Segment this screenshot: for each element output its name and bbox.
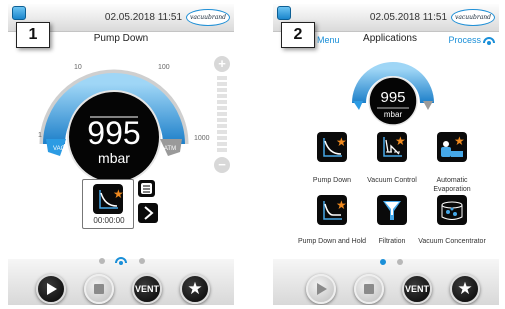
pump-down-icon: ★ bbox=[93, 184, 124, 214]
svg-text:★: ★ bbox=[395, 134, 406, 148]
star-icon: ★ bbox=[457, 279, 473, 298]
favorites-button[interactable]: ★ bbox=[180, 274, 210, 304]
app-label: Vacuum Concentrator bbox=[418, 238, 486, 245]
filtration-icon bbox=[377, 195, 407, 225]
vent-button[interactable]: VENT bbox=[132, 274, 162, 304]
favorites-button[interactable]: ★ bbox=[450, 274, 480, 304]
page-dot[interactable] bbox=[139, 258, 145, 264]
page-dot-active[interactable] bbox=[380, 259, 386, 265]
list-icon bbox=[141, 183, 152, 194]
start-button[interactable] bbox=[36, 274, 66, 304]
start-button[interactable] bbox=[306, 274, 336, 304]
scale-label-10: 10 bbox=[74, 64, 82, 71]
vent-label: VENT bbox=[134, 284, 159, 294]
slider-track[interactable] bbox=[217, 76, 227, 154]
applications-screen: 02.05.2018 11:51 vacuubrand 2 Menu Appli… bbox=[273, 4, 499, 305]
atm-label: ATM bbox=[163, 146, 177, 152]
scale-label-1: 1 bbox=[38, 132, 42, 139]
slider-plus-button[interactable]: + bbox=[214, 56, 230, 72]
program-timer: 00:00:00 bbox=[93, 216, 125, 225]
pressure-unit: mbar bbox=[98, 150, 130, 166]
scale-label-1000: 1000 bbox=[194, 135, 210, 142]
vent-label: VENT bbox=[404, 284, 429, 294]
next-button[interactable] bbox=[138, 203, 158, 223]
vacuum-control-icon: ★ bbox=[377, 132, 407, 162]
screen-number-badge: 2 bbox=[281, 22, 315, 48]
stop-button[interactable] bbox=[354, 274, 384, 304]
stop-icon bbox=[94, 284, 104, 294]
star-icon: ★ bbox=[187, 279, 203, 298]
vac-label: VAC bbox=[53, 146, 65, 152]
vent-button[interactable]: VENT bbox=[402, 274, 432, 304]
svg-text:★: ★ bbox=[336, 198, 347, 212]
pressure-unit: mbar bbox=[383, 110, 403, 119]
pressure-value: 995 bbox=[380, 89, 406, 106]
app-label: Automatic Evaporation bbox=[433, 177, 471, 193]
process-page-indicator-icon[interactable] bbox=[114, 255, 128, 265]
svg-text:★: ★ bbox=[454, 134, 465, 148]
list-button[interactable] bbox=[138, 180, 155, 197]
svg-text:★: ★ bbox=[113, 187, 124, 201]
pump-down-screen: 02.05.2018 11:51 vacuubrand 1 Pump Down … bbox=[8, 4, 234, 305]
stop-icon bbox=[364, 284, 374, 294]
pressure-value: 995 bbox=[87, 115, 141, 151]
automatic-evaporation-icon: ★ bbox=[437, 132, 467, 162]
page-dot[interactable] bbox=[99, 258, 105, 264]
vacuum-concentrator-icon bbox=[437, 195, 467, 225]
setpoint-slider[interactable]: + − bbox=[214, 56, 230, 174]
stop-button[interactable] bbox=[84, 274, 114, 304]
svg-text:★: ★ bbox=[336, 135, 347, 149]
play-icon bbox=[317, 283, 327, 295]
play-icon bbox=[47, 283, 57, 295]
slider-minus-button[interactable]: − bbox=[214, 157, 230, 173]
page-dot[interactable] bbox=[397, 259, 403, 265]
screen-number-badge: 1 bbox=[16, 22, 50, 48]
pump-down-icon: ★ bbox=[317, 132, 347, 162]
program-card[interactable]: ★ 00:00:00 bbox=[82, 179, 134, 229]
chevron-right-icon bbox=[144, 206, 154, 220]
pump-down-hold-icon: ★ bbox=[317, 195, 347, 225]
scale-label-100: 100 bbox=[158, 64, 170, 71]
